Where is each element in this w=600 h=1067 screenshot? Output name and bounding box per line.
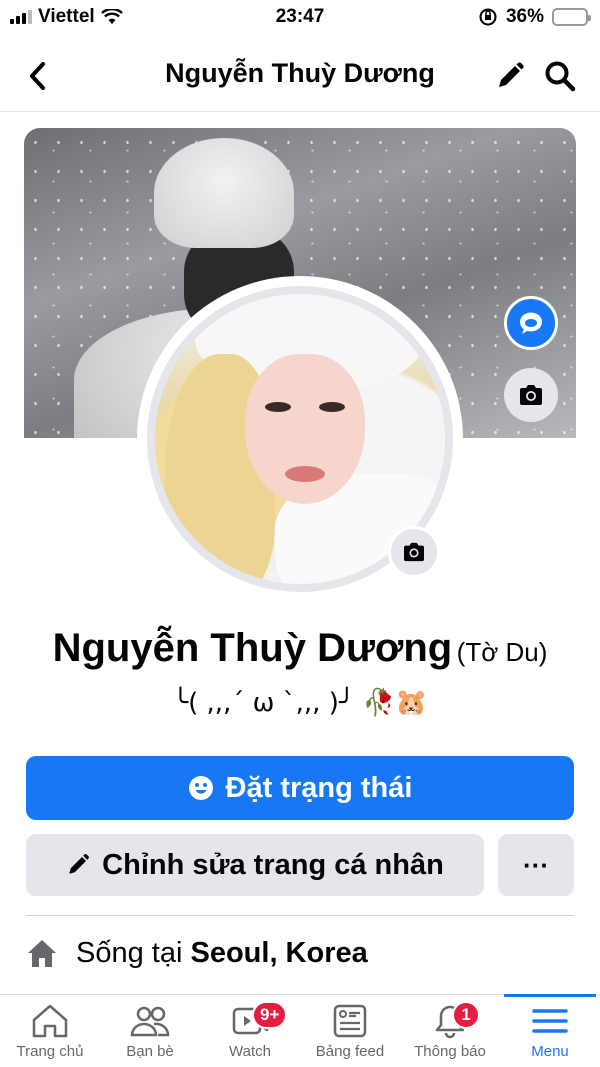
nav-feed[interactable]: Bảng feed [300, 995, 400, 1067]
alternate-name: (Tờ Du) [456, 637, 548, 667]
nav-feed-label: Bảng feed [315, 1043, 385, 1060]
divider [26, 915, 574, 916]
smiley-icon [188, 776, 213, 800]
edit-profile-button[interactable]: Chỉnh sửa trang cá nhân [26, 834, 484, 896]
nav-watch[interactable]: 9+ Watch [200, 995, 300, 1067]
lives-in-place[interactable]: Seoul, Korea [190, 937, 367, 969]
profile-bio: ╰(⁠ ⁠,⁠,⁠,⁠´⁠ ⁠ω⁠ ⁠`⁠,⁠,⁠,⁠ ⁠)⁠╯ 🥀🐹 [172, 688, 428, 718]
menu-icon [532, 1009, 568, 1033]
battery-icon [552, 8, 591, 26]
nav-home-label: Trang chủ [16, 1043, 84, 1060]
edit-profile-label: Chỉnh sửa trang cá nhân [102, 848, 444, 881]
set-status-label: Đặt trạng thái [225, 771, 413, 804]
edit-profile-picture-button[interactable] [388, 526, 440, 578]
nav-menu-label: Menu [531, 1043, 569, 1060]
feed-icon [333, 1004, 367, 1038]
camera-icon [520, 385, 542, 405]
status-bar: Viettel 23:47 36% [0, 0, 600, 36]
story-button[interactable] [504, 296, 558, 350]
camera-icon [404, 542, 424, 562]
home-icon [32, 1004, 68, 1038]
nav-menu[interactable]: Menu [500, 994, 600, 1067]
nav-notifications-label: Thông báo [414, 1043, 486, 1060]
nav-watch-label: Watch [229, 1043, 271, 1060]
profile-name: Nguyễn Thuỳ Dương [52, 626, 453, 670]
notifications-badge: 1 [452, 1001, 480, 1029]
nav-notifications[interactable]: 1 Thông báo [400, 995, 500, 1067]
nav-friends[interactable]: Bạn bè [100, 995, 200, 1067]
profile-header: Nguyễn Thuỳ Dương [0, 40, 600, 112]
nav-friends-label: Bạn bè [126, 1043, 174, 1060]
chat-bubble-icon [520, 312, 542, 334]
profile-name-row: Nguyễn Thuỳ Dương (Tờ Du) [0, 626, 600, 671]
edit-cover-photo-button[interactable] [504, 368, 558, 422]
set-status-button[interactable]: Đặt trạng thái [26, 756, 574, 820]
house-icon [28, 940, 56, 967]
more-options-button[interactable]: ··· [498, 834, 574, 896]
lives-in-prefix: Sống tại [76, 936, 183, 969]
search-icon [545, 61, 576, 92]
edit-profile-icon-button[interactable] [490, 56, 530, 96]
battery-percent: 36% [505, 6, 544, 27]
friends-icon [130, 1006, 170, 1037]
bottom-navigation: Trang chủ Bạn bè 9+ Watch Bảng feed 1 Th… [0, 994, 600, 1067]
search-button[interactable] [540, 56, 580, 96]
pencil-icon [69, 854, 90, 874]
watch-badge: 9+ [252, 1001, 288, 1029]
lives-in-row: Sống tại Seoul, Korea [26, 930, 368, 976]
pencil-icon [499, 62, 524, 87]
more-icon: ··· [523, 849, 549, 880]
nav-home[interactable]: Trang chủ [0, 995, 100, 1067]
orientation-lock-icon [479, 8, 497, 26]
